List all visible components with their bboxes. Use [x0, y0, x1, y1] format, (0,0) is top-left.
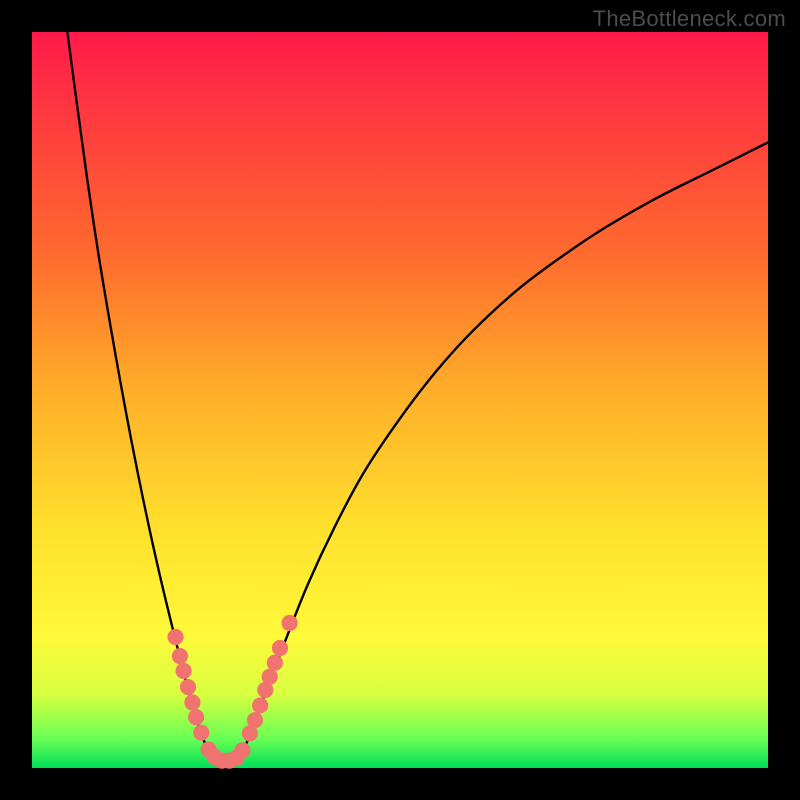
data-marker [184, 694, 200, 710]
chart-svg [32, 32, 768, 768]
data-marker [282, 615, 298, 631]
data-marker [262, 669, 278, 685]
marker-group [167, 615, 297, 769]
data-marker [176, 663, 192, 679]
data-marker [252, 697, 268, 713]
data-marker [167, 629, 183, 645]
data-marker [272, 640, 288, 656]
plot-area [32, 32, 768, 768]
bottleneck-curve [67, 32, 768, 762]
curve-group [67, 32, 768, 762]
data-marker [180, 679, 196, 695]
data-marker [247, 712, 263, 728]
watermark-text: TheBottleneck.com [593, 6, 786, 32]
data-marker [188, 709, 204, 725]
data-marker [234, 742, 250, 758]
data-marker [193, 725, 209, 741]
data-marker [267, 655, 283, 671]
data-marker [172, 648, 188, 664]
chart-frame: TheBottleneck.com [0, 0, 800, 800]
